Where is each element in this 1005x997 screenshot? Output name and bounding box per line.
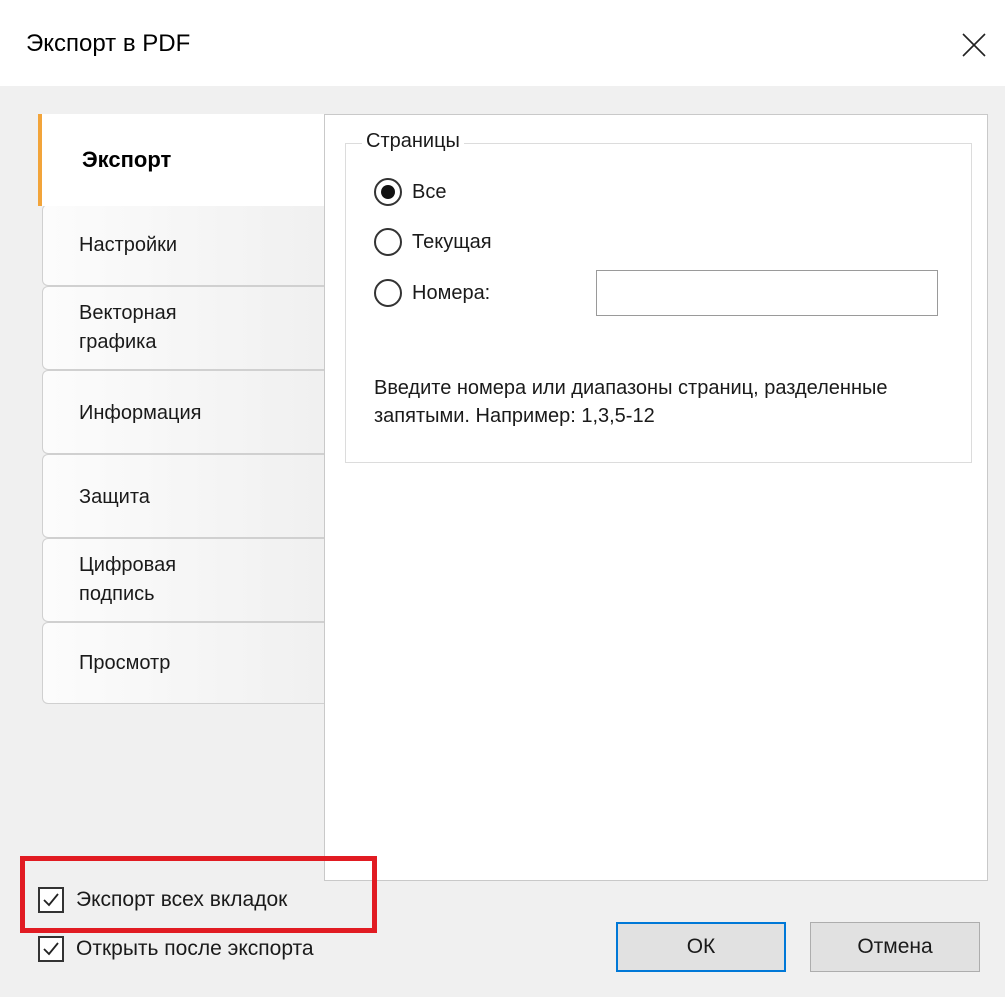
tab-settings[interactable]: Настройки <box>42 204 324 286</box>
radio-label: Текущая <box>412 230 492 253</box>
dialog-title: Экспорт в PDF <box>26 30 191 57</box>
radio-all[interactable]: Все <box>374 178 446 206</box>
tab-digital-signature[interactable]: Цифровая подпись <box>42 538 324 622</box>
close-icon <box>962 33 986 57</box>
tab-label: Просмотр <box>79 652 171 674</box>
close-button[interactable] <box>943 14 1005 76</box>
export-pdf-dialog: Экспорт в PDF Настройки Векторная график… <box>0 0 1005 997</box>
radio-current[interactable]: Текущая <box>374 228 492 256</box>
checkmark-icon <box>43 942 59 956</box>
radio-numbers[interactable]: Номера: <box>374 279 490 307</box>
tab-label: Информация <box>79 402 202 424</box>
checkbox-checked[interactable] <box>38 887 64 913</box>
pages-group-title: Страницы <box>362 130 464 153</box>
tab-label: Цифровая подпись <box>79 554 177 605</box>
open-after-export-checkbox[interactable]: Открыть после экспорта <box>38 936 314 962</box>
tab-label: Экспорт <box>82 147 172 172</box>
cancel-button[interactable]: Отмена <box>810 922 980 972</box>
pages-groupbox: Страницы Все Текущая Номера: Введите ном… <box>345 130 972 463</box>
radio-label: Номера: <box>412 281 491 304</box>
radio-button[interactable] <box>374 228 402 256</box>
page-range-hint: Введите номера или диапазоны страниц, ра… <box>374 377 888 427</box>
export-all-tabs-checkbox[interactable]: Экспорт всех вкладок <box>38 887 287 913</box>
tab-vector-graphics[interactable]: Векторная графика <box>42 286 324 370</box>
radio-label: Все <box>412 180 447 203</box>
tab-protection[interactable]: Защита <box>42 454 324 538</box>
tab-content-panel: Страницы Все Текущая Номера: Введите ном… <box>324 114 988 881</box>
tab-label: Настройки <box>79 234 178 256</box>
checkmark-icon <box>43 893 59 907</box>
tab-preview[interactable]: Просмотр <box>42 622 324 704</box>
checkbox-checked[interactable] <box>38 936 64 962</box>
radio-button[interactable] <box>374 279 402 307</box>
tab-label: Защита <box>79 486 150 508</box>
tab-information[interactable]: Информация <box>42 370 324 454</box>
page-numbers-input[interactable] <box>596 270 938 316</box>
title-bar: Экспорт в PDF <box>0 0 1005 86</box>
ok-button[interactable]: ОК <box>616 922 786 972</box>
tab-label: Векторная графика <box>79 302 177 353</box>
checkbox-label: Экспорт всех вкладок <box>76 888 288 911</box>
radio-button-selected[interactable] <box>374 178 402 206</box>
tab-export[interactable]: Экспорт <box>38 114 328 206</box>
checkbox-label: Открыть после экспорта <box>76 937 314 960</box>
